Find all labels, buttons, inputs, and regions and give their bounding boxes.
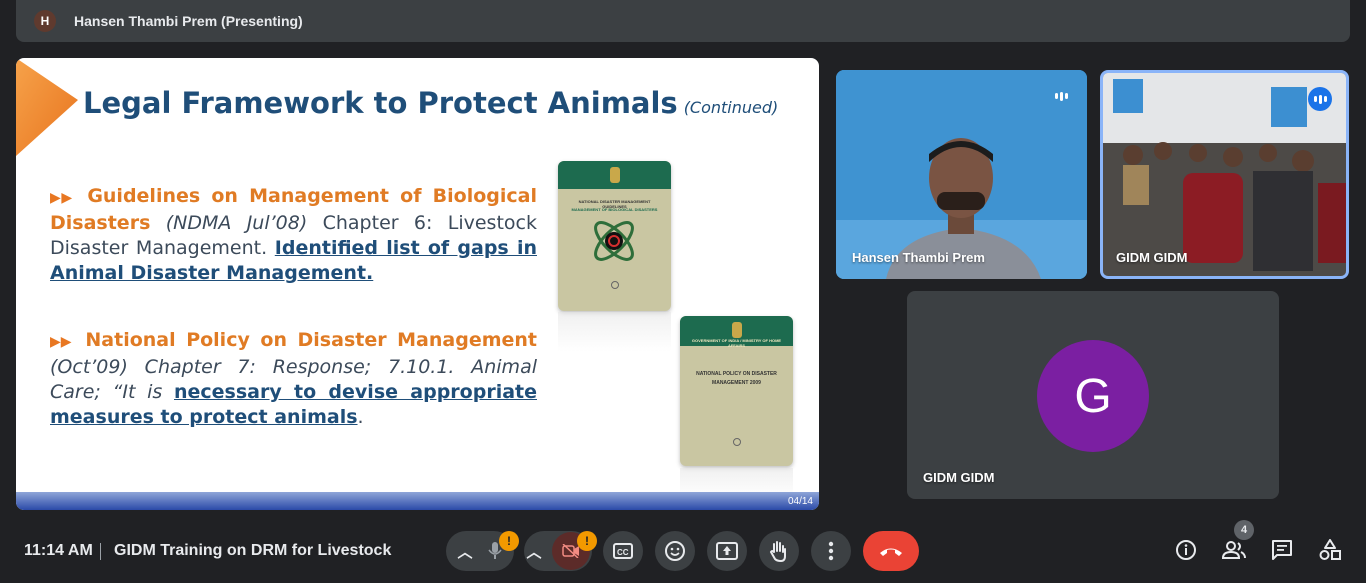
slide-footer-bar <box>16 492 819 510</box>
raise-hand-button[interactable] <box>759 531 799 571</box>
bullet-arrow-icon: ▶▶ <box>50 334 76 350</box>
bottom-control-bar: 11:14 AM GIDM Training on DRM for Livest… <box>0 520 1366 583</box>
biohazard-icon <box>594 221 634 261</box>
chevron-up-icon[interactable]: ︿ <box>526 541 541 562</box>
slide-title: Legal Framework to Protect Animals (Conti… <box>83 86 778 120</box>
book1-reflection <box>558 312 671 352</box>
presenter-bar: H Hansen Thambi Prem (Presenting) <box>16 0 1350 42</box>
activities-button[interactable] <box>1316 536 1344 564</box>
slide-title-suffix: (Continued) <box>683 98 779 117</box>
captions-button[interactable]: CC <box>603 531 643 571</box>
emoji-icon <box>665 541 685 561</box>
book2-header: GOVERNMENT OF INDIA / MINISTRY OF HOME A… <box>691 338 782 348</box>
reactions-button[interactable] <box>655 531 695 571</box>
bullet2-heading: National Policy on Disaster Management <box>85 329 537 351</box>
presentation-slide: Legal Framework to Protect Animals (Conti… <box>16 58 819 510</box>
participant-tile-hansen[interactable]: Hansen Thambi Prem <box>836 70 1087 279</box>
bullet2-end: . <box>357 406 364 428</box>
emblem-icon <box>731 322 742 338</box>
camera-off-icon <box>561 544 579 558</box>
info-icon <box>1176 540 1196 560</box>
camera-alert-badge: ! <box>577 531 597 551</box>
meeting-title: GIDM Training on DRM for Livestock <box>114 542 392 559</box>
participant-name: GIDM GIDM <box>1116 250 1188 265</box>
meeting-clock: 11:14 AM <box>24 542 93 559</box>
svg-text:CC: CC <box>617 548 629 557</box>
activities-icon <box>1319 539 1341 560</box>
slide-title-text: Legal Framework to Protect Animals <box>83 86 678 120</box>
book-cover-national-policy: GOVERNMENT OF INDIA / MINISTRY OF HOME A… <box>680 316 793 466</box>
title-divider <box>100 543 101 560</box>
book-cover-guidelines: NATIONAL DISASTER MANAGEMENT GUIDELINES … <box>558 161 671 311</box>
emblem-icon <box>609 167 620 183</box>
slide-arrow-decoration <box>16 58 78 156</box>
chevron-up-icon[interactable]: ︿ <box>457 541 472 562</box>
end-call-button[interactable] <box>863 531 919 571</box>
presenter-avatar: H <box>34 10 56 32</box>
book2-title: NATIONAL POLICY ON DISASTER MANAGEMENT 2… <box>696 371 777 386</box>
bullet2-text: “It is <box>112 381 163 403</box>
more-options-icon <box>828 541 834 561</box>
people-icon <box>1221 541 1246 559</box>
people-button[interactable] <box>1220 536 1248 564</box>
presenter-label: Hansen Thambi Prem (Presenting) <box>74 13 303 29</box>
participant-avatar: G <box>1037 340 1149 452</box>
bullet1-source: (NDMA Jul’08) <box>165 212 308 234</box>
chat-icon <box>1272 540 1292 560</box>
present-button[interactable] <box>707 531 747 571</box>
raise-hand-icon <box>769 541 786 562</box>
mic-alert-badge: ! <box>499 531 519 551</box>
bullet-national-policy: ▶▶ National Policy on Disaster Managemen… <box>50 328 537 430</box>
seal-icon <box>732 438 741 446</box>
present-icon <box>716 542 738 560</box>
audio-level-icon <box>1049 84 1073 108</box>
seal-icon <box>610 281 619 289</box>
book1-subtitle: MANAGEMENT OF BIOLOGICAL DISASTERS <box>571 207 658 212</box>
participant-name: Hansen Thambi Prem <box>852 250 985 265</box>
chat-button[interactable] <box>1268 536 1296 564</box>
bullet-arrow-icon: ▶▶ <box>50 190 77 206</box>
bullet-guidelines: ▶▶ Guidelines on Management of Biologica… <box>50 184 537 286</box>
people-count-badge: 4 <box>1234 520 1254 540</box>
meet-window: H Hansen Thambi Prem (Presenting) Legal … <box>0 0 1366 583</box>
participant-tile-gidm-classroom[interactable]: GIDM GIDM <box>1100 70 1349 279</box>
slide-page-indicator: 04/14 <box>787 496 813 507</box>
more-options-button[interactable] <box>811 531 851 571</box>
meeting-info-button[interactable] <box>1172 536 1200 564</box>
captions-icon: CC <box>613 543 633 559</box>
speaking-indicator-icon <box>1308 87 1332 111</box>
participant-tile-gidm-avatar[interactable]: G GIDM GIDM <box>907 291 1279 499</box>
end-call-icon <box>880 548 902 556</box>
participant-name: GIDM GIDM <box>923 470 995 485</box>
